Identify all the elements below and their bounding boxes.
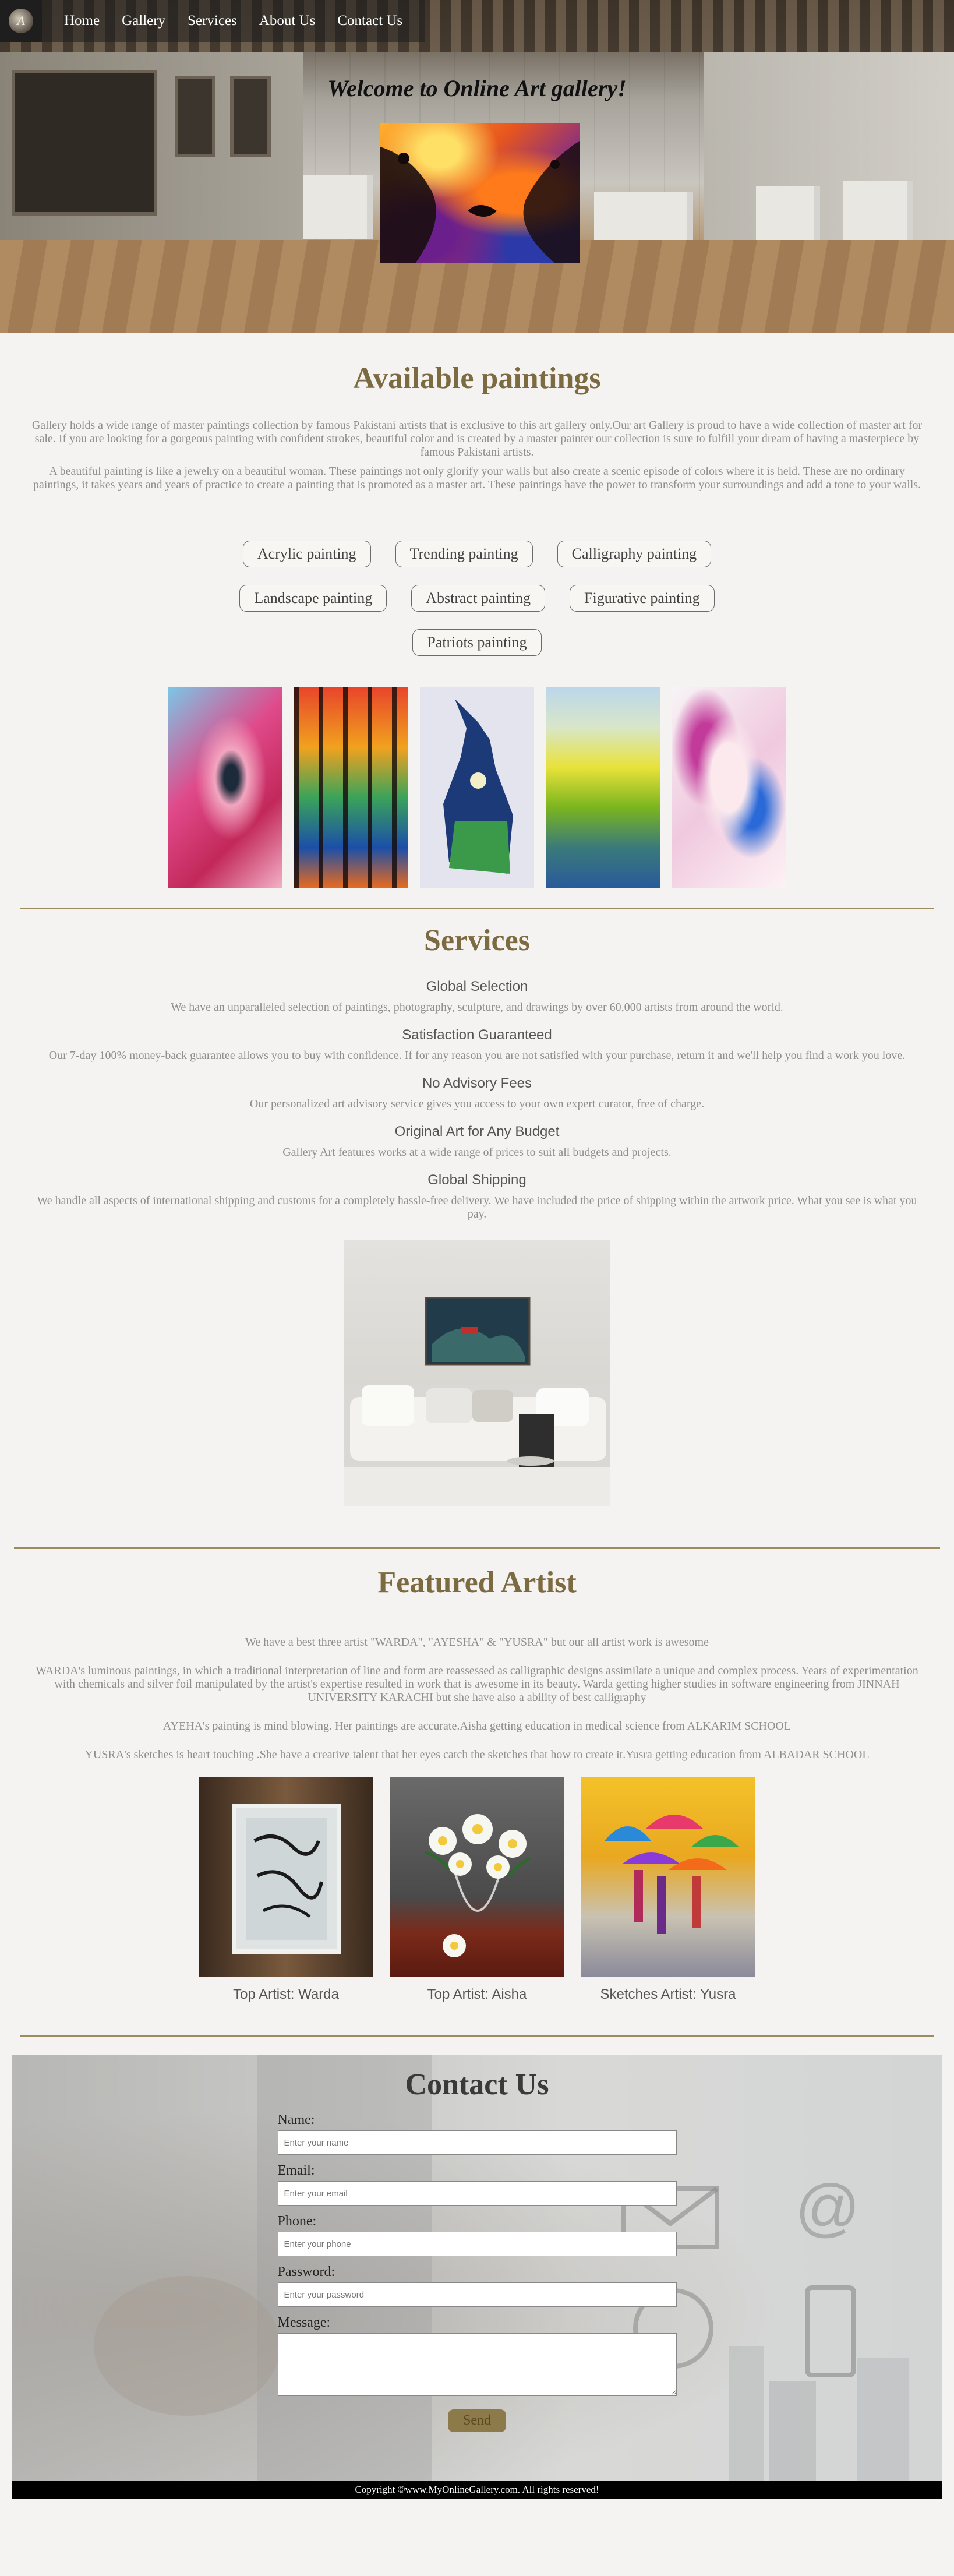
category-abstract-button[interactable]: Abstract painting: [411, 585, 546, 612]
hero-plinth: [303, 175, 373, 239]
painting-thumbnail-eye[interactable]: [168, 687, 282, 888]
service-text: We handle all aspects of international s…: [37, 1194, 917, 1220]
hero-section: A Home Gallery Services About Us Contact…: [0, 0, 954, 333]
password-label: Password:: [277, 2264, 335, 2279]
category-trending-button[interactable]: Trending painting: [395, 541, 533, 567]
service-text: We have an unparalleled selection of pai…: [171, 1001, 783, 1014]
logo-mark: A: [9, 9, 33, 33]
painting-thumbnails: [0, 687, 954, 888]
available-paintings-title: Available paintings: [353, 362, 601, 395]
painting-thumbnail-landscape[interactable]: [546, 687, 660, 888]
painting-thumbnail-wolf[interactable]: [420, 687, 534, 888]
service-text: Our 7-day 100% money-back guarantee allo…: [48, 1049, 906, 1062]
artist-artwork-calligraphy[interactable]: [199, 1777, 373, 1977]
message-label: Message:: [277, 2315, 331, 2330]
name-input[interactable]: [277, 2130, 677, 2155]
contact-form: Name: Email: Phone: Password: Message: S…: [277, 2112, 677, 2432]
nav-link-home[interactable]: Home: [64, 13, 100, 29]
section-divider: [20, 2035, 934, 2037]
available-paintings-section: Available paintings Gallery holds a wide…: [0, 333, 954, 909]
artist-caption: Top Artist: Warda: [233, 1986, 339, 2002]
services-section: Services Global Selection We have an unp…: [0, 909, 954, 1549]
service-heading: Original Art for Any Budget: [394, 1124, 560, 1139]
name-label: Name:: [277, 2112, 315, 2127]
service-heading: No Advisory Fees: [422, 1075, 532, 1091]
featured-yusra-text: YUSRA's sketches is heart touching .She …: [84, 1748, 870, 1761]
category-buttons: Acrylic painting Trending painting Calli…: [186, 541, 768, 656]
artist-card-aisha: Top Artist: Aisha: [390, 1777, 564, 2003]
phone-input[interactable]: [277, 2232, 677, 2256]
artist-card-warda: Top Artist: Warda: [199, 1777, 373, 2003]
top-nav: A Home Gallery Services About Us Contact…: [0, 0, 425, 42]
artist-caption: Sketches Artist: Yusra: [600, 1986, 736, 2002]
artist-card-yusra: Sketches Artist: Yusra: [581, 1777, 755, 2003]
painting-thumbnail-face[interactable]: [672, 687, 786, 888]
hero-title: Welcome to Online Art gallery!: [327, 75, 627, 101]
nav-link-contact-us[interactable]: Contact Us: [337, 13, 402, 29]
painting-thumbnail-forest[interactable]: [294, 687, 408, 888]
category-calligraphy-button[interactable]: Calligraphy painting: [557, 541, 712, 567]
available-second-paragraph: A beautiful painting is like a jewelry o…: [33, 465, 921, 491]
service-item: Original Art for Any Budget Gallery Art …: [0, 1124, 954, 1159]
category-patriots-button[interactable]: Patriots painting: [412, 629, 542, 656]
available-intro-paragraph: Gallery holds a wide range of master pai…: [31, 419, 923, 458]
category-landscape-button[interactable]: Landscape painting: [239, 585, 387, 612]
send-button[interactable]: Send: [448, 2409, 506, 2432]
service-heading: Global Selection: [426, 979, 528, 994]
contact-section: @ Contact Us Name: Email: Phone: Passwor…: [12, 2055, 942, 2481]
artist-artwork-umbrellas[interactable]: [581, 1777, 755, 1977]
nav-link-services[interactable]: Services: [188, 13, 237, 29]
artist-caption: Top Artist: Aisha: [427, 1986, 527, 2002]
service-item: Global Shipping We handle all aspects of…: [0, 1172, 954, 1221]
service-heading: Global Shipping: [427, 1172, 527, 1188]
phone-label: Phone:: [277, 2214, 317, 2229]
send-wrap: Send: [278, 2409, 677, 2432]
featured-ayesha-text: AYEHA's painting is mind blowing. Her pa…: [162, 1720, 792, 1732]
contact-title: Contact Us: [405, 2068, 549, 2101]
email-label: Email:: [277, 2163, 315, 2178]
service-item: Satisfaction Guaranteed Our 7-day 100% m…: [0, 1027, 954, 1063]
featured-artist-section: Featured Artist We have a best three art…: [0, 1549, 954, 2037]
featured-artist-title: Featured Artist: [377, 1566, 577, 1599]
services-title: Services: [424, 924, 530, 957]
living-room-image: [344, 1240, 610, 1506]
tree-silhouette-graphic: [380, 141, 580, 263]
featured-warda-text: WARDA's luminous paintings, in which a t…: [36, 1664, 918, 1704]
category-figurative-button[interactable]: Figurative painting: [570, 585, 715, 612]
featured-intro-text: We have a best three artist "WARDA", "AY…: [245, 1636, 709, 1649]
message-textarea[interactable]: [277, 2333, 677, 2396]
nav-link-gallery[interactable]: Gallery: [122, 13, 165, 29]
service-text: Gallery Art features works at a wide ran…: [282, 1146, 672, 1159]
artist-gallery: Top Artist: Warda Top Artist: Aisha Sket…: [0, 1777, 954, 2003]
category-acrylic-button[interactable]: Acrylic painting: [242, 541, 371, 567]
service-item: Global Selection We have an unparalleled…: [0, 979, 954, 1014]
service-text: Our personalized art advisory service gi…: [249, 1098, 705, 1110]
hero-painting-image: [380, 123, 580, 263]
email-input[interactable]: [277, 2181, 677, 2206]
footer-copyright: Copyright ©www.MyOnlineGallery.com. All …: [12, 2481, 942, 2499]
artist-artwork-flowers[interactable]: [390, 1777, 564, 1977]
service-heading: Satisfaction Guaranteed: [402, 1027, 552, 1043]
site-logo[interactable]: A: [0, 0, 42, 42]
nav-link-about-us[interactable]: About Us: [259, 13, 316, 29]
password-input[interactable]: [277, 2282, 677, 2307]
service-item: No Advisory Fees Our personalized art ad…: [0, 1075, 954, 1111]
